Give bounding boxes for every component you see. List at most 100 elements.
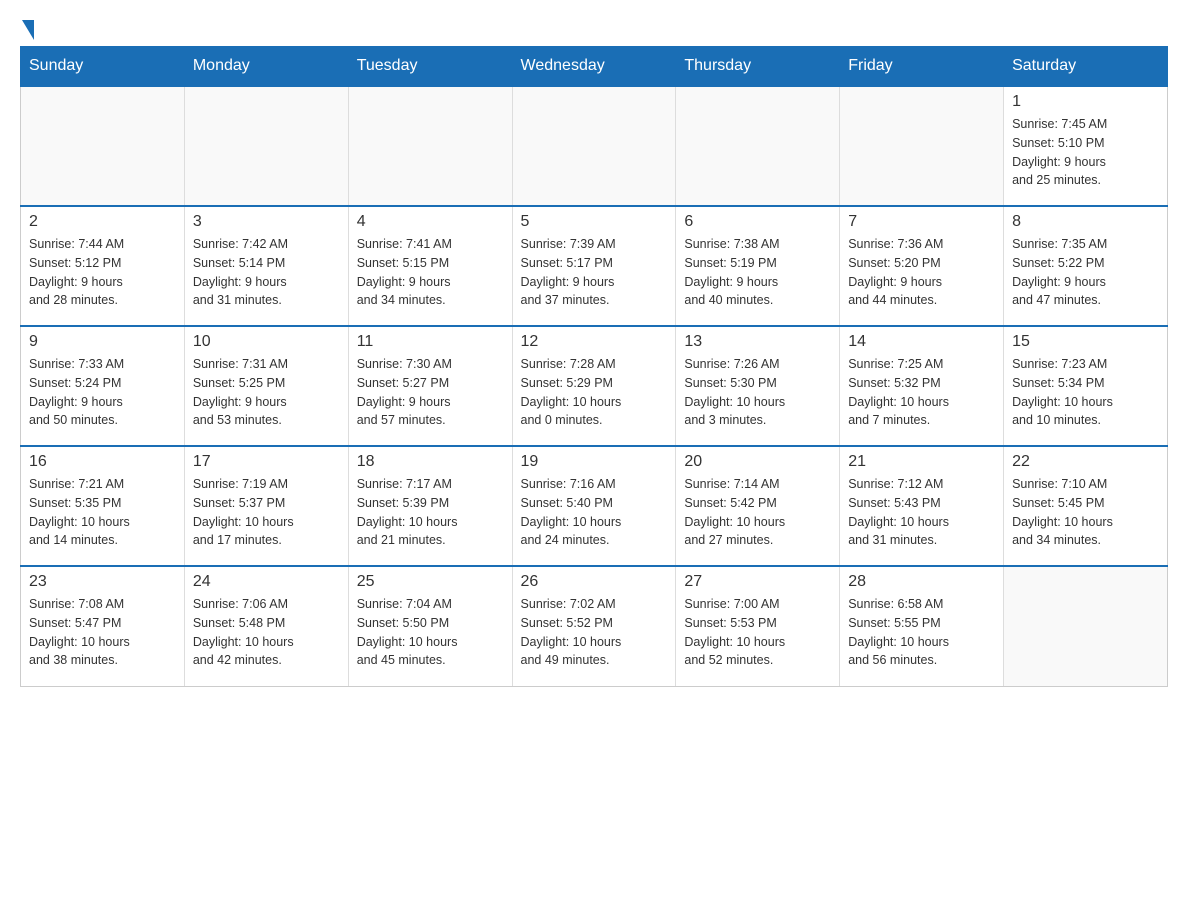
day-number: 8 — [1012, 213, 1159, 231]
day-info: Sunrise: 7:28 AM Sunset: 5:29 PM Dayligh… — [521, 355, 668, 430]
calendar-day-cell: 11 Sunrise: 7:30 AM Sunset: 5:27 PM Dayli… — [348, 326, 512, 446]
calendar-day-cell: 8 Sunrise: 7:35 AM Sunset: 5:22 PM Daylig… — [1004, 206, 1168, 326]
day-number: 10 — [193, 333, 340, 351]
day-of-week-header: Sunday — [21, 47, 185, 87]
day-info: Sunrise: 7:33 AM Sunset: 5:24 PM Dayligh… — [29, 355, 176, 430]
day-number: 25 — [357, 573, 504, 591]
day-number: 13 — [684, 333, 831, 351]
day-of-week-header: Thursday — [676, 47, 840, 87]
calendar-day-cell: 6 Sunrise: 7:38 AM Sunset: 5:19 PM Daylig… — [676, 206, 840, 326]
calendar-table: SundayMondayTuesdayWednesdayThursdayFrid… — [20, 46, 1168, 687]
calendar-day-cell — [348, 86, 512, 206]
day-info: Sunrise: 7:23 AM Sunset: 5:34 PM Dayligh… — [1012, 355, 1159, 430]
day-info: Sunrise: 7:16 AM Sunset: 5:40 PM Dayligh… — [521, 475, 668, 550]
day-info: Sunrise: 7:38 AM Sunset: 5:19 PM Dayligh… — [684, 235, 831, 310]
calendar-week-row: 2Sunrise: 7:44 AM Sunset: 5:12 PM Daylig… — [21, 206, 1168, 326]
day-number: 18 — [357, 453, 504, 471]
day-number: 16 — [29, 453, 176, 471]
calendar-day-cell — [184, 86, 348, 206]
page-header — [20, 20, 1168, 36]
logo-arrow-icon — [22, 20, 34, 40]
day-info: Sunrise: 7:41 AM Sunset: 5:15 PM Dayligh… — [357, 235, 504, 310]
day-of-week-header: Friday — [840, 47, 1004, 87]
calendar-day-cell: 1 Sunrise: 7:45 AM Sunset: 5:10 PM Daylig… — [1004, 86, 1168, 206]
day-info: Sunrise: 7:14 AM Sunset: 5:42 PM Dayligh… — [684, 475, 831, 550]
day-info: Sunrise: 7:00 AM Sunset: 5:53 PM Dayligh… — [684, 595, 831, 670]
day-of-week-header: Monday — [184, 47, 348, 87]
day-number: 20 — [684, 453, 831, 471]
day-number: 11 — [357, 333, 504, 351]
calendar-day-cell: 24Sunrise: 7:06 AM Sunset: 5:48 PM Dayli… — [184, 566, 348, 686]
day-number: 1 — [1012, 93, 1159, 111]
day-number: 22 — [1012, 453, 1159, 471]
calendar-day-cell: 28 Sunrise: 6:58 AM Sunset: 5:55 PM Dayli… — [840, 566, 1004, 686]
calendar-day-cell: 15 Sunrise: 7:23 AM Sunset: 5:34 PM Dayli… — [1004, 326, 1168, 446]
calendar-day-cell: 18 Sunrise: 7:17 AM Sunset: 5:39 PM Dayli… — [348, 446, 512, 566]
day-number: 5 — [521, 213, 668, 231]
day-info: Sunrise: 7:39 AM Sunset: 5:17 PM Dayligh… — [521, 235, 668, 310]
day-number: 21 — [848, 453, 995, 471]
day-number: 28 — [848, 573, 995, 591]
day-info: Sunrise: 7:35 AM Sunset: 5:22 PM Dayligh… — [1012, 235, 1159, 310]
calendar-day-cell: 27 Sunrise: 7:00 AM Sunset: 5:53 PM Dayli… — [676, 566, 840, 686]
day-of-week-header: Saturday — [1004, 47, 1168, 87]
day-number: 6 — [684, 213, 831, 231]
day-info: Sunrise: 7:10 AM Sunset: 5:45 PM Dayligh… — [1012, 475, 1159, 550]
calendar-day-cell: 26 Sunrise: 7:02 AM Sunset: 5:52 PM Dayli… — [512, 566, 676, 686]
day-info: Sunrise: 7:36 AM Sunset: 5:20 PM Dayligh… — [848, 235, 995, 310]
day-info: Sunrise: 7:12 AM Sunset: 5:43 PM Dayligh… — [848, 475, 995, 550]
calendar-day-cell — [676, 86, 840, 206]
calendar-day-cell: 23Sunrise: 7:08 AM Sunset: 5:47 PM Dayli… — [21, 566, 185, 686]
day-info: Sunrise: 7:31 AM Sunset: 5:25 PM Dayligh… — [193, 355, 340, 430]
day-number: 26 — [521, 573, 668, 591]
day-info: Sunrise: 7:26 AM Sunset: 5:30 PM Dayligh… — [684, 355, 831, 430]
day-info: Sunrise: 6:58 AM Sunset: 5:55 PM Dayligh… — [848, 595, 995, 670]
calendar-week-row: 9 Sunrise: 7:33 AM Sunset: 5:24 PM Daylig… — [21, 326, 1168, 446]
day-info: Sunrise: 7:21 AM Sunset: 5:35 PM Dayligh… — [29, 475, 176, 550]
day-number: 24 — [193, 573, 340, 591]
logo — [20, 20, 34, 36]
calendar-day-cell: 21 Sunrise: 7:12 AM Sunset: 5:43 PM Dayli… — [840, 446, 1004, 566]
day-of-week-header: Tuesday — [348, 47, 512, 87]
calendar-week-row: 16 Sunrise: 7:21 AM Sunset: 5:35 PM Dayli… — [21, 446, 1168, 566]
calendar-day-cell: 14Sunrise: 7:25 AM Sunset: 5:32 PM Dayli… — [840, 326, 1004, 446]
calendar-week-row: 1 Sunrise: 7:45 AM Sunset: 5:10 PM Daylig… — [21, 86, 1168, 206]
day-info: Sunrise: 7:19 AM Sunset: 5:37 PM Dayligh… — [193, 475, 340, 550]
calendar-day-cell: 3Sunrise: 7:42 AM Sunset: 5:14 PM Daylig… — [184, 206, 348, 326]
calendar-day-cell: 25 Sunrise: 7:04 AM Sunset: 5:50 PM Dayli… — [348, 566, 512, 686]
calendar-day-cell: 12 Sunrise: 7:28 AM Sunset: 5:29 PM Dayli… — [512, 326, 676, 446]
day-info: Sunrise: 7:04 AM Sunset: 5:50 PM Dayligh… — [357, 595, 504, 670]
day-number: 14 — [848, 333, 995, 351]
calendar-day-cell: 22 Sunrise: 7:10 AM Sunset: 5:45 PM Dayli… — [1004, 446, 1168, 566]
calendar-day-cell: 5 Sunrise: 7:39 AM Sunset: 5:17 PM Daylig… — [512, 206, 676, 326]
calendar-day-cell — [512, 86, 676, 206]
day-info: Sunrise: 7:08 AM Sunset: 5:47 PM Dayligh… — [29, 595, 176, 670]
day-info: Sunrise: 7:17 AM Sunset: 5:39 PM Dayligh… — [357, 475, 504, 550]
calendar-day-cell — [1004, 566, 1168, 686]
day-number: 17 — [193, 453, 340, 471]
day-number: 9 — [29, 333, 176, 351]
day-number: 7 — [848, 213, 995, 231]
calendar-day-cell — [840, 86, 1004, 206]
day-info: Sunrise: 7:45 AM Sunset: 5:10 PM Dayligh… — [1012, 115, 1159, 190]
calendar-header-row: SundayMondayTuesdayWednesdayThursdayFrid… — [21, 47, 1168, 87]
day-number: 4 — [357, 213, 504, 231]
day-number: 15 — [1012, 333, 1159, 351]
day-info: Sunrise: 7:02 AM Sunset: 5:52 PM Dayligh… — [521, 595, 668, 670]
day-of-week-header: Wednesday — [512, 47, 676, 87]
day-number: 12 — [521, 333, 668, 351]
day-info: Sunrise: 7:30 AM Sunset: 5:27 PM Dayligh… — [357, 355, 504, 430]
calendar-day-cell: 16 Sunrise: 7:21 AM Sunset: 5:35 PM Dayli… — [21, 446, 185, 566]
calendar-day-cell: 10 Sunrise: 7:31 AM Sunset: 5:25 PM Dayli… — [184, 326, 348, 446]
day-number: 19 — [521, 453, 668, 471]
calendar-day-cell: 4 Sunrise: 7:41 AM Sunset: 5:15 PM Daylig… — [348, 206, 512, 326]
calendar-day-cell: 17 Sunrise: 7:19 AM Sunset: 5:37 PM Dayli… — [184, 446, 348, 566]
calendar-day-cell: 7 Sunrise: 7:36 AM Sunset: 5:20 PM Daylig… — [840, 206, 1004, 326]
day-number: 27 — [684, 573, 831, 591]
day-info: Sunrise: 7:42 AM Sunset: 5:14 PM Dayligh… — [193, 235, 340, 310]
calendar-week-row: 23Sunrise: 7:08 AM Sunset: 5:47 PM Dayli… — [21, 566, 1168, 686]
calendar-day-cell: 20 Sunrise: 7:14 AM Sunset: 5:42 PM Dayli… — [676, 446, 840, 566]
calendar-day-cell: 13 Sunrise: 7:26 AM Sunset: 5:30 PM Dayli… — [676, 326, 840, 446]
calendar-day-cell: 2Sunrise: 7:44 AM Sunset: 5:12 PM Daylig… — [21, 206, 185, 326]
calendar-day-cell — [21, 86, 185, 206]
